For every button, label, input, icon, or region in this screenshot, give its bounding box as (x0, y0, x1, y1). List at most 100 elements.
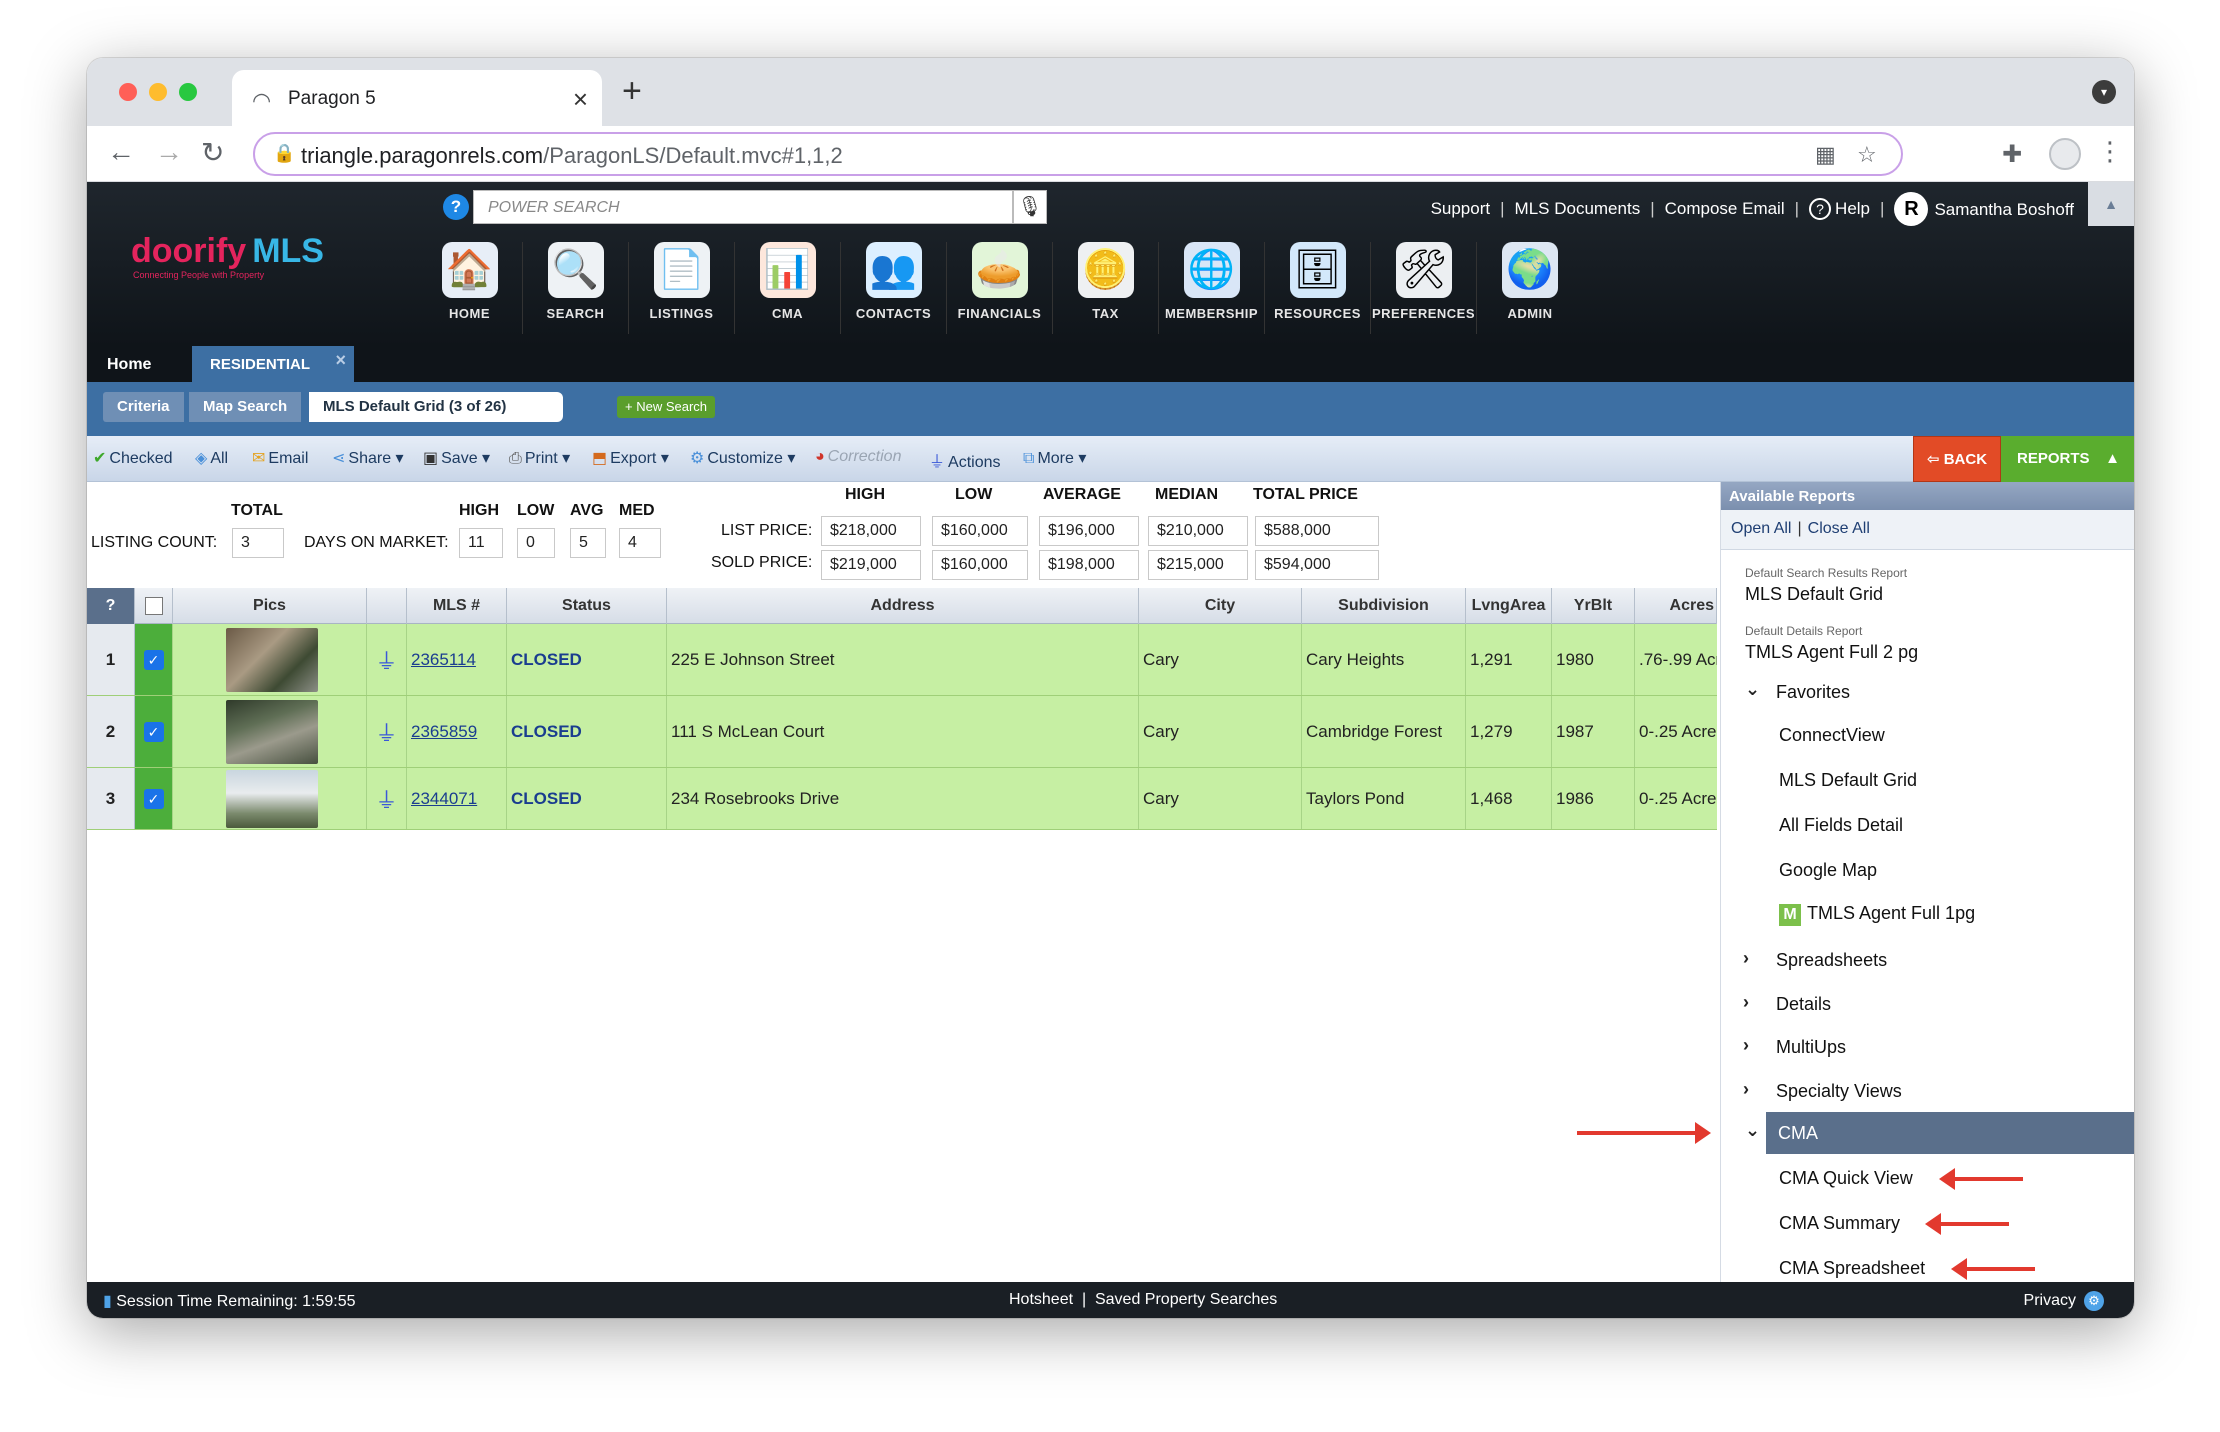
favorites-group[interactable]: Favorites (1776, 682, 1850, 703)
tab-criteria[interactable]: Criteria (103, 392, 184, 422)
back-button[interactable]: ⇦ BACK (1913, 436, 2001, 482)
row-photo-cell[interactable] (173, 768, 367, 829)
close-tab-icon[interactable]: × (335, 350, 346, 371)
doorify-logo[interactable]: doorify MLS (131, 232, 324, 271)
plug-icon[interactable]: ⏚ (375, 783, 397, 815)
default-details-report-value[interactable]: TMLS Agent Full 2 pg (1745, 642, 1918, 663)
chevron-right-icon[interactable]: › (1743, 948, 1749, 969)
cma-group[interactable]: CMA (1766, 1112, 2134, 1154)
header-acres[interactable]: Acres (1635, 588, 1717, 624)
row-actions-cell[interactable]: ⏚ (367, 624, 407, 695)
reports-button[interactable]: REPORTS ▲ (2001, 436, 2134, 482)
report-google-map[interactable]: Google Map (1779, 860, 1877, 881)
listing-photo[interactable] (225, 769, 318, 828)
row-checkbox[interactable]: ✓ (135, 624, 173, 695)
nav-home[interactable]: 🏠 HOME (417, 242, 523, 334)
nav-financials[interactable]: 🥧 FINANCIALS (947, 242, 1053, 334)
more-button[interactable]: ⧉ More ▾ (1023, 448, 1086, 468)
tab-search-icon[interactable]: ▾ (2092, 80, 2116, 104)
power-search-input[interactable]: POWER SEARCH (473, 190, 1013, 224)
default-search-report-value[interactable]: MLS Default Grid (1745, 584, 1883, 605)
checked-button[interactable]: ✔ Checked (93, 448, 173, 468)
qr-code-icon[interactable]: ▦ (1815, 142, 1836, 168)
chevron-right-icon[interactable]: › (1743, 1079, 1749, 1100)
report-tmls-agent-full-1pg[interactable]: M TMLS Agent Full 1pg (1779, 903, 1975, 926)
help-link[interactable]: ? Help (1809, 198, 1870, 220)
row-actions-cell[interactable]: ⏚ (367, 768, 407, 829)
header-address[interactable]: Address (667, 588, 1139, 624)
row-mls-number[interactable]: 2365859 (407, 696, 507, 767)
nav-listings[interactable]: 📄 LISTINGS (629, 242, 735, 334)
plug-icon[interactable]: ⏚ (375, 716, 397, 748)
report-all-fields-detail[interactable]: All Fields Detail (1779, 815, 1903, 836)
back-arrow-icon[interactable]: ← (107, 136, 135, 168)
details-group[interactable]: Details (1776, 994, 1831, 1015)
email-button[interactable]: ✉ Email (252, 448, 308, 468)
header-year-built[interactable]: YrBlt (1552, 588, 1635, 624)
report-mls-default-grid[interactable]: MLS Default Grid (1779, 770, 1917, 791)
minimize-window-button[interactable] (149, 83, 167, 101)
nav-tax[interactable]: 🪙 TAX (1053, 242, 1159, 334)
report-connectview[interactable]: ConnectView (1779, 725, 1885, 746)
forward-arrow-icon[interactable]: → (155, 136, 183, 168)
saved-searches-link[interactable]: Saved Property Searches (1095, 1291, 1277, 1308)
row-actions-cell[interactable]: ⏚ (367, 696, 407, 767)
open-all-link[interactable]: Open All (1731, 520, 1791, 537)
chevron-right-icon[interactable]: › (1743, 1035, 1749, 1056)
correction-button[interactable]: ◕ Correction (815, 448, 901, 466)
select-all-checkbox[interactable] (135, 588, 173, 624)
row-mls-number[interactable]: 2365114 (407, 624, 507, 695)
nav-search[interactable]: 🔍 SEARCH (523, 242, 629, 334)
report-cma-spreadsheet[interactable]: CMA Spreadsheet (1779, 1258, 1925, 1279)
header-city[interactable]: City (1139, 588, 1302, 624)
chevron-down-icon[interactable]: ⌄ (1745, 1120, 1760, 1141)
header-actions-col[interactable] (367, 588, 407, 624)
row-checkbox[interactable]: ✓ (135, 696, 173, 767)
tab-close-icon[interactable]: × (573, 84, 588, 115)
reload-icon[interactable]: ↻ (201, 136, 224, 169)
listing-photo[interactable] (225, 627, 318, 692)
report-cma-quick-view[interactable]: CMA Quick View (1779, 1168, 1913, 1189)
grid-help-header[interactable]: ? (87, 588, 135, 624)
compose-email-link[interactable]: Compose Email (1665, 199, 1785, 219)
browser-tab[interactable]: ◠ Paragon 5 × (232, 70, 602, 126)
url-input[interactable]: 🔒 triangle.paragonrels.com/ParagonLS/Def… (253, 132, 1903, 176)
row-photo-cell[interactable] (173, 696, 367, 767)
privacy-link[interactable]: Privacy ⚙ (2024, 1291, 2104, 1311)
hotsheet-link[interactable]: Hotsheet (1009, 1291, 1073, 1308)
header-pics[interactable]: Pics (173, 588, 367, 624)
extensions-puzzle-icon[interactable]: ✚ (2002, 140, 2022, 169)
save-button[interactable]: ▣ Save ▾ (423, 448, 490, 468)
tab-map-search[interactable]: Map Search (189, 392, 302, 422)
row-photo-cell[interactable] (173, 624, 367, 695)
row-mls-number[interactable]: 2344071 (407, 768, 507, 829)
multiups-group[interactable]: MultiUps (1776, 1037, 1846, 1058)
header-mls-number[interactable]: MLS # (407, 588, 507, 624)
close-all-link[interactable]: Close All (1808, 520, 1870, 537)
nav-resources[interactable]: 🗄 RESOURCES (1265, 242, 1371, 334)
all-button[interactable]: ◈ All (195, 448, 228, 468)
gear-icon[interactable]: ⚙ (2084, 1291, 2104, 1311)
actions-button[interactable]: ⏚ Actions (929, 448, 1000, 472)
collapse-header-button[interactable]: ▲ (2088, 182, 2134, 226)
microphone-icon[interactable]: 🎙 (1013, 190, 1047, 224)
browser-menu-icon[interactable]: ⋮ (2097, 136, 2123, 167)
customize-button[interactable]: ⚙ Customize ▾ (690, 448, 795, 468)
header-living-area[interactable]: LvngArea (1466, 588, 1552, 624)
specialty-views-group[interactable]: Specialty Views (1776, 1081, 1902, 1102)
row-checkbox[interactable]: ✓ (135, 768, 173, 829)
report-cma-summary[interactable]: CMA Summary (1779, 1213, 1900, 1234)
table-row[interactable]: 1 ✓ ⏚ 2365114 CLOSED 225 E Johnson Stree… (87, 624, 1717, 696)
nav-membership[interactable]: 🌐 MEMBERSHIP (1159, 242, 1265, 334)
mls-documents-link[interactable]: MLS Documents (1515, 199, 1641, 219)
chevron-down-icon[interactable]: ⌄ (1745, 679, 1760, 700)
tab-home[interactable]: Home (107, 356, 151, 374)
nav-cma[interactable]: 📊 CMA (735, 242, 841, 334)
nav-admin[interactable]: 🌍 ADMIN (1477, 242, 1583, 334)
new-tab-icon[interactable]: + (622, 72, 642, 111)
support-link[interactable]: Support (1431, 199, 1491, 219)
chevron-right-icon[interactable]: › (1743, 992, 1749, 1013)
close-window-button[interactable] (119, 83, 137, 101)
maximize-window-button[interactable] (179, 83, 197, 101)
table-row[interactable]: 3 ✓ ⏚ 2344071 CLOSED 234 Rosebrooks Driv… (87, 768, 1717, 830)
